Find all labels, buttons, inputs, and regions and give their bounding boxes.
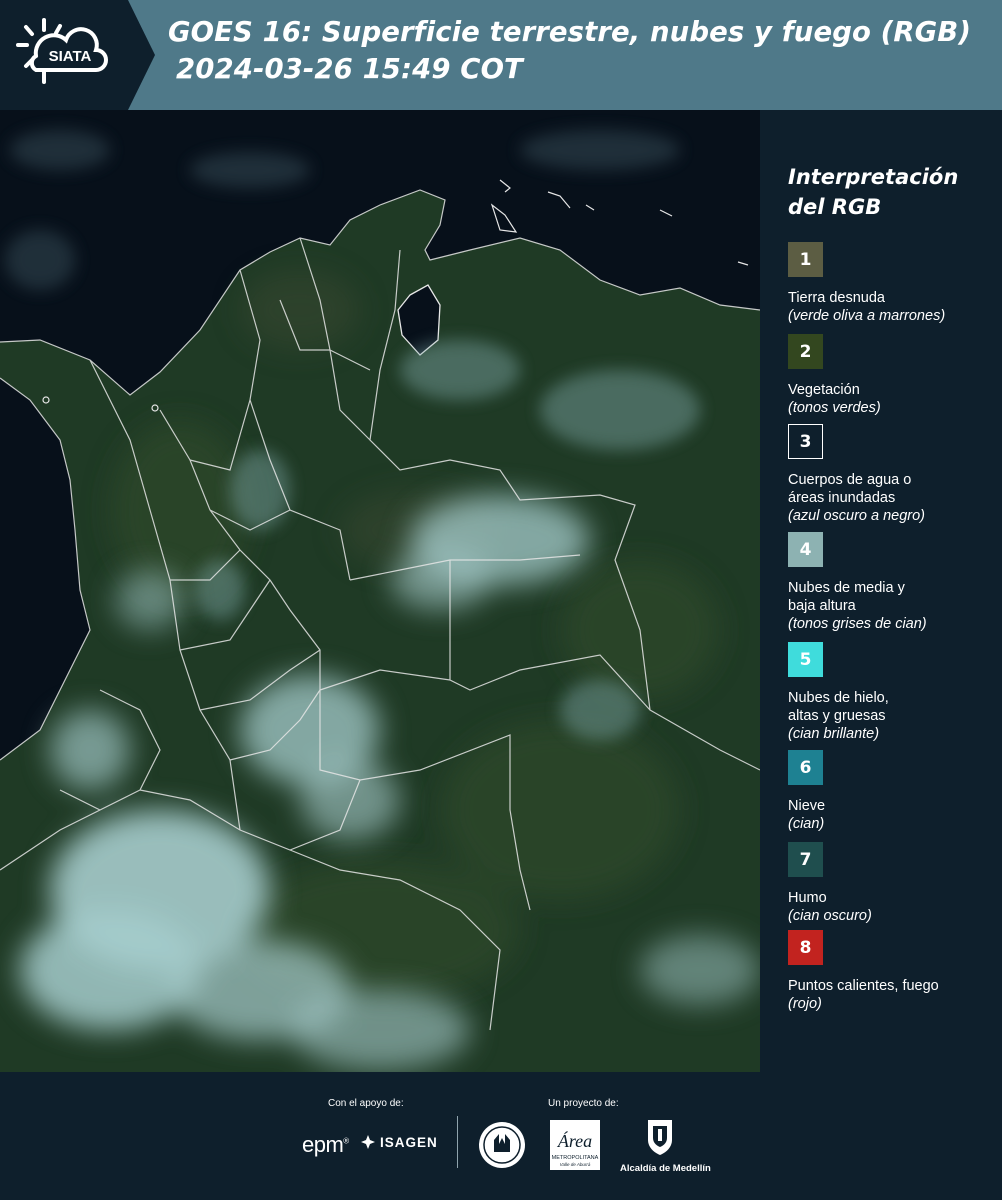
legend-label: Tierra desnuda bbox=[788, 290, 885, 306]
legend-swatch: 3 bbox=[788, 424, 823, 459]
legend-item-8: 8 Puntos calientes, fuego (rojo) bbox=[788, 930, 939, 1013]
legend-note: (cian brillante) bbox=[788, 726, 880, 742]
legend-title-line2: del RGB bbox=[788, 195, 882, 219]
legend-panel: Interpretación del RGB 1 Tierra desnuda … bbox=[760, 110, 1002, 1072]
alcaldia-medellin-logo[interactable]: Alcaldía de Medellín bbox=[620, 1118, 711, 1174]
legend-swatch: 5 bbox=[788, 642, 823, 677]
legend-label: Cuerpos de agua o áreas inundadas bbox=[788, 472, 912, 506]
isagen-mark-icon bbox=[361, 1135, 375, 1149]
legend-swatch: 4 bbox=[788, 532, 823, 567]
legend-label: Nubes de hielo, altas y gruesas bbox=[788, 690, 889, 724]
legend-title: Interpretación del RGB bbox=[788, 162, 958, 222]
legend-note: (cian oscuro) bbox=[788, 908, 872, 924]
legend-label: Vegetación bbox=[788, 382, 860, 398]
legend-swatch: 8 bbox=[788, 930, 823, 965]
legend-label: Nubes de media y baja altura bbox=[788, 580, 905, 614]
legend-swatch: 7 bbox=[788, 842, 823, 877]
area-metropolitana-logo[interactable]: Área METROPOLITANA Valle de Aburrá bbox=[550, 1120, 600, 1175]
epm-logo[interactable]: epm® bbox=[302, 1132, 349, 1158]
registered-mark: ® bbox=[343, 1136, 349, 1146]
legend-note: (verde oliva a marrones) bbox=[788, 308, 946, 324]
title-product: GOES 16: Superficie terrestre, nubes y f… bbox=[168, 16, 972, 48]
legend-item-4: 4 Nubes de media y baja altura (tonos gr… bbox=[788, 532, 927, 633]
svg-text:SIATA: SIATA bbox=[49, 48, 92, 65]
legend-item-1: 1 Tierra desnuda (verde oliva a marrones… bbox=[788, 242, 945, 325]
legend-item-6: 6 Nieve (cian) bbox=[788, 750, 825, 833]
svg-text:Área: Área bbox=[557, 1130, 592, 1151]
legend-note: (tonos verdes) bbox=[788, 400, 881, 416]
legend-label: Humo bbox=[788, 890, 827, 906]
seal-icon bbox=[479, 1122, 525, 1168]
legend-note: (rojo) bbox=[788, 996, 822, 1012]
legend-label: Nieve bbox=[788, 798, 826, 814]
support-label: Con el apoyo de: bbox=[328, 1098, 404, 1109]
legend-title-line1: Interpretación bbox=[788, 165, 959, 189]
alcaldia-text: Alcaldía de Medellín bbox=[620, 1163, 711, 1174]
legend-item-5: 5 Nubes de hielo, altas y gruesas (cian … bbox=[788, 642, 889, 743]
legend-note: (tonos grises de cian) bbox=[788, 616, 927, 632]
satellite-map[interactable] bbox=[0, 110, 760, 1072]
area-metropolitana-icon: Área METROPOLITANA Valle de Aburrá bbox=[550, 1120, 600, 1170]
legend-item-7: 7 Humo (cian oscuro) bbox=[788, 842, 872, 925]
legend-swatch: 6 bbox=[788, 750, 823, 785]
legend-note: (azul oscuro a negro) bbox=[788, 508, 926, 524]
footer-divider bbox=[457, 1116, 458, 1168]
isagen-logo-text: ISAGEN bbox=[380, 1134, 438, 1150]
coat-of-arms-icon bbox=[648, 1120, 672, 1155]
footer-bar: Con el apoyo de: Un proyecto de: epm® IS… bbox=[0, 1072, 1002, 1200]
siata-logo-icon: SIATA bbox=[0, 0, 155, 110]
epm-logo-text: epm bbox=[302, 1132, 344, 1157]
siata-logo[interactable]: SIATA bbox=[0, 0, 155, 110]
svg-text:METROPOLITANA: METROPOLITANA bbox=[552, 1155, 599, 1161]
legend-swatch: 1 bbox=[788, 242, 823, 277]
legend-swatch: 2 bbox=[788, 334, 823, 369]
svg-text:Valle de Aburrá: Valle de Aburrá bbox=[560, 1162, 591, 1167]
legend-item-2: 2 Vegetación (tonos verdes) bbox=[788, 334, 881, 417]
legend-item-3: 3 Cuerpos de agua o áreas inundadas (azu… bbox=[788, 424, 925, 525]
colombia-rgb-image bbox=[0, 110, 760, 1072]
project-label: Un proyecto de: bbox=[548, 1098, 619, 1109]
header-bar: SIATA GOES 16: Superficie terrestre, nub… bbox=[0, 0, 1002, 110]
title-timestamp: 2024-03-26 15:49 COT bbox=[176, 53, 523, 85]
legend-note: (cian) bbox=[788, 816, 825, 832]
legend-label: Puntos calientes, fuego bbox=[788, 978, 939, 994]
isagen-logo[interactable]: ISAGEN bbox=[360, 1134, 438, 1150]
page-title: GOES 16: Superficie terrestre, nubes y f… bbox=[168, 14, 971, 88]
siata-seal-logo[interactable] bbox=[477, 1120, 527, 1175]
